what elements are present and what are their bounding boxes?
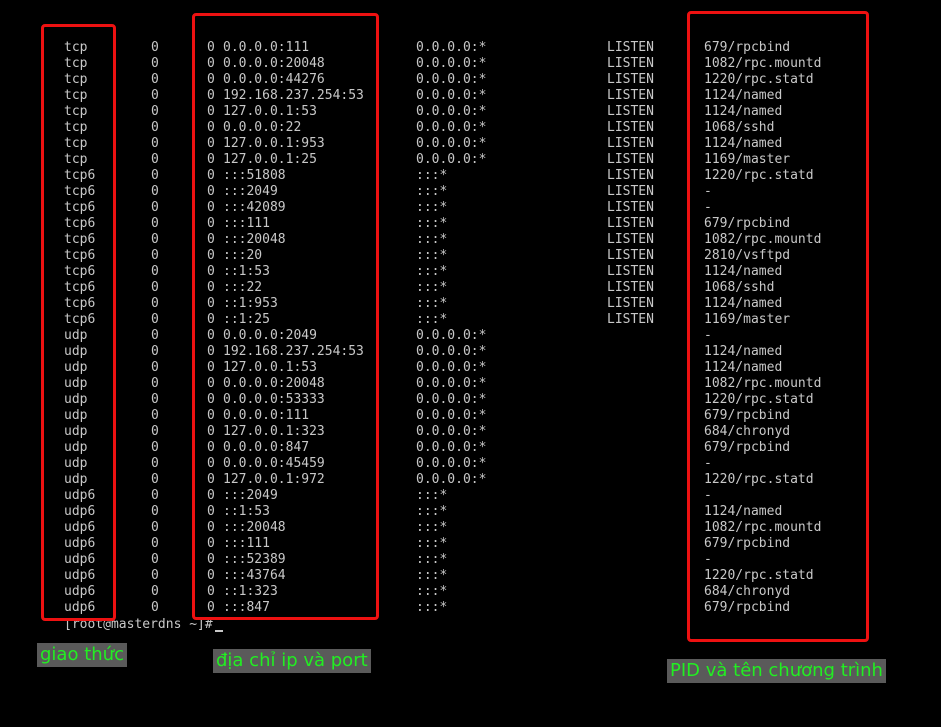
cell-recvq: 0: [151, 552, 159, 567]
cell-recvq: 0: [151, 376, 159, 391]
cell-foreign: :::*: [416, 184, 448, 199]
cell-state: LISTEN: [607, 120, 654, 135]
cell-foreign: 0.0.0.0:*: [416, 408, 487, 423]
cell-foreign: :::*: [416, 504, 448, 519]
cell-recvq: 0: [151, 248, 159, 263]
cell-foreign: :::*: [416, 520, 448, 535]
cell-foreign: :::*: [416, 584, 448, 599]
cell-foreign: 0.0.0.0:*: [416, 104, 487, 119]
cell-foreign: 0.0.0.0:*: [416, 56, 487, 71]
cell-state: LISTEN: [607, 248, 654, 263]
cell-recvq: 0: [151, 536, 159, 551]
cell-recvq: 0: [151, 152, 159, 167]
cell-foreign: 0.0.0.0:*: [416, 472, 487, 487]
cell-recvq: 0: [151, 312, 159, 327]
cell-foreign: 0.0.0.0:*: [416, 344, 487, 359]
pid-label: PID và tên chương trình: [667, 659, 886, 683]
cell-recvq: 0: [151, 600, 159, 615]
cell-state: LISTEN: [607, 88, 654, 103]
cell-state: LISTEN: [607, 56, 654, 71]
cell-recvq: 0: [151, 264, 159, 279]
address-highlight-box: [192, 13, 379, 620]
cell-foreign: 0.0.0.0:*: [416, 360, 487, 375]
cell-recvq: 0: [151, 472, 159, 487]
protocol-label: giao thức: [37, 643, 127, 667]
cell-recvq: 0: [151, 408, 159, 423]
cell-foreign: 0.0.0.0:*: [416, 376, 487, 391]
cell-state: LISTEN: [607, 216, 654, 231]
cell-recvq: 0: [151, 504, 159, 519]
cell-recvq: 0: [151, 296, 159, 311]
cell-state: LISTEN: [607, 312, 654, 327]
cell-foreign: :::*: [416, 568, 448, 583]
cell-foreign: :::*: [416, 264, 448, 279]
cell-foreign: :::*: [416, 600, 448, 615]
cell-foreign: 0.0.0.0:*: [416, 152, 487, 167]
cell-state: LISTEN: [607, 136, 654, 151]
cell-foreign: :::*: [416, 552, 448, 567]
cell-recvq: 0: [151, 120, 159, 135]
cell-recvq: 0: [151, 520, 159, 535]
cell-recvq: 0: [151, 344, 159, 359]
cell-recvq: 0: [151, 104, 159, 119]
cell-foreign: 0.0.0.0:*: [416, 88, 487, 103]
cell-state: LISTEN: [607, 40, 654, 55]
cell-state: LISTEN: [607, 232, 654, 247]
cell-recvq: 0: [151, 584, 159, 599]
cell-state: LISTEN: [607, 200, 654, 215]
cell-recvq: 0: [151, 184, 159, 199]
cell-foreign: :::*: [416, 216, 448, 231]
cell-foreign: :::*: [416, 232, 448, 247]
cell-foreign: 0.0.0.0:*: [416, 328, 487, 343]
protocol-highlight-box: [41, 24, 116, 621]
cell-recvq: 0: [151, 136, 159, 151]
cell-recvq: 0: [151, 328, 159, 343]
cell-recvq: 0: [151, 488, 159, 503]
cell-state: LISTEN: [607, 168, 654, 183]
cell-recvq: 0: [151, 200, 159, 215]
cell-state: LISTEN: [607, 184, 654, 199]
cell-state: LISTEN: [607, 104, 654, 119]
cell-state: LISTEN: [607, 72, 654, 87]
cell-recvq: 0: [151, 72, 159, 87]
cell-recvq: 0: [151, 56, 159, 71]
cell-foreign: :::*: [416, 280, 448, 295]
cell-foreign: 0.0.0.0:*: [416, 424, 487, 439]
cell-state: LISTEN: [607, 280, 654, 295]
cell-foreign: 0.0.0.0:*: [416, 392, 487, 407]
cell-recvq: 0: [151, 392, 159, 407]
address-label: địa chỉ ip và port: [213, 649, 371, 673]
cell-foreign: :::*: [416, 536, 448, 551]
cell-recvq: 0: [151, 440, 159, 455]
cell-foreign: 0.0.0.0:*: [416, 72, 487, 87]
cell-recvq: 0: [151, 168, 159, 183]
cell-foreign: 0.0.0.0:*: [416, 440, 487, 455]
cell-foreign: 0.0.0.0:*: [416, 120, 487, 135]
cell-foreign: :::*: [416, 488, 448, 503]
cell-recvq: 0: [151, 280, 159, 295]
cell-state: LISTEN: [607, 296, 654, 311]
text-cursor: [214, 630, 223, 632]
cell-state: LISTEN: [607, 264, 654, 279]
cell-foreign: 0.0.0.0:*: [416, 136, 487, 151]
cell-foreign: :::*: [416, 296, 448, 311]
cell-recvq: 0: [151, 216, 159, 231]
cell-foreign: :::*: [416, 312, 448, 327]
cell-recvq: 0: [151, 568, 159, 583]
cell-recvq: 0: [151, 40, 159, 55]
cell-recvq: 0: [151, 88, 159, 103]
cell-foreign: :::*: [416, 200, 448, 215]
cell-foreign: :::*: [416, 248, 448, 263]
cell-recvq: 0: [151, 232, 159, 247]
cell-state: LISTEN: [607, 152, 654, 167]
pid-highlight-box: [687, 11, 869, 642]
cell-recvq: 0: [151, 360, 159, 375]
cell-recvq: 0: [151, 424, 159, 439]
cell-foreign: 0.0.0.0:*: [416, 40, 487, 55]
cell-foreign: 0.0.0.0:*: [416, 456, 487, 471]
cell-recvq: 0: [151, 456, 159, 471]
cell-foreign: :::*: [416, 168, 448, 183]
